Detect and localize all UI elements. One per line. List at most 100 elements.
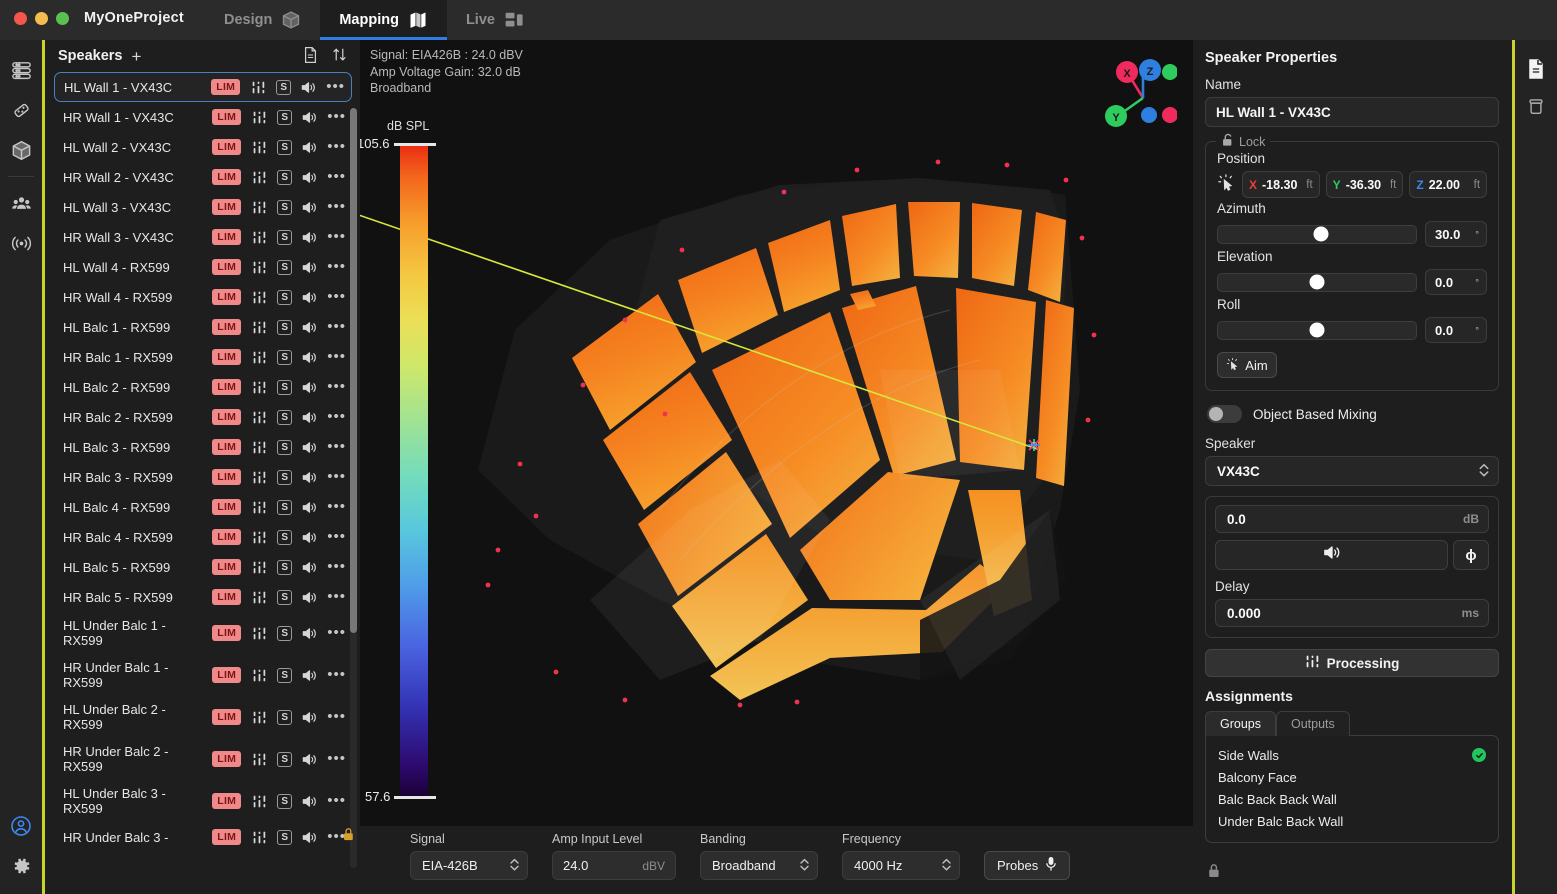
solo-button[interactable]: S xyxy=(277,230,292,245)
assignment-item[interactable]: Side Walls xyxy=(1216,744,1488,766)
cube-icon[interactable] xyxy=(0,130,42,170)
document-icon[interactable] xyxy=(302,46,319,64)
more-options-icon[interactable]: ••• xyxy=(327,233,346,241)
assignment-item[interactable]: Under Balc Back Wall xyxy=(1216,810,1488,832)
roll-slider[interactable] xyxy=(1217,321,1417,340)
gain-field[interactable]: 0.0 dB xyxy=(1215,505,1489,533)
tab-mapping[interactable]: Mapping xyxy=(320,0,447,40)
mute-icon[interactable] xyxy=(301,380,318,395)
limiter-badge[interactable]: LIM xyxy=(212,589,241,605)
solo-button[interactable]: S xyxy=(276,80,291,95)
more-options-icon[interactable]: ••• xyxy=(327,713,346,721)
archive-icon[interactable] xyxy=(1515,88,1557,126)
speaker-list-item[interactable]: HR Balc 5 - RX599LIMS••• xyxy=(54,582,352,612)
solo-button[interactable]: S xyxy=(277,668,292,683)
speaker-list-item[interactable]: HR Balc 3 - RX599LIMS••• xyxy=(54,462,352,492)
more-options-icon[interactable]: ••• xyxy=(327,533,346,541)
solo-button[interactable]: S xyxy=(277,110,292,125)
processing-icon[interactable] xyxy=(250,80,267,95)
solo-button[interactable]: S xyxy=(277,830,292,845)
mute-icon[interactable] xyxy=(301,110,318,125)
processing-icon[interactable] xyxy=(251,230,268,245)
mute-icon[interactable] xyxy=(301,752,318,767)
account-icon[interactable] xyxy=(0,806,42,846)
roll-value-field[interactable]: 0.0 ° xyxy=(1425,317,1487,343)
settings-icon[interactable] xyxy=(0,846,42,886)
processing-icon[interactable] xyxy=(251,170,268,185)
more-options-icon[interactable]: ••• xyxy=(327,593,346,601)
solo-button[interactable]: S xyxy=(277,380,292,395)
more-options-icon[interactable]: ••• xyxy=(327,263,346,271)
maximize-window-button[interactable] xyxy=(56,12,69,25)
speaker-list-item[interactable]: HR Balc 4 - RX599LIMS••• xyxy=(54,522,352,552)
speaker-list-item[interactable]: HL Under Balc 1 - RX599LIMS••• xyxy=(54,612,352,654)
solo-button[interactable]: S xyxy=(277,350,292,365)
tab-outputs[interactable]: Outputs xyxy=(1276,711,1350,736)
mute-icon[interactable] xyxy=(301,230,318,245)
tab-live[interactable]: Live xyxy=(447,0,544,40)
more-options-icon[interactable]: ••• xyxy=(327,473,346,481)
limiter-badge[interactable]: LIM xyxy=(212,751,241,767)
limiter-badge[interactable]: LIM xyxy=(211,79,240,95)
speaker-list-item[interactable]: HR Wall 1 - VX43CLIMS••• xyxy=(54,102,352,132)
processing-icon[interactable] xyxy=(251,380,268,395)
assignment-item[interactable]: Balcony Face xyxy=(1216,766,1488,788)
cable-icon[interactable] xyxy=(0,90,42,130)
speaker-list-item[interactable]: HL Wall 2 - VX43CLIMS••• xyxy=(54,132,352,162)
lock-legend[interactable]: Lock xyxy=(1216,133,1270,150)
mute-icon[interactable] xyxy=(301,590,318,605)
probes-button[interactable]: Probes xyxy=(984,851,1070,880)
limiter-badge[interactable]: LIM xyxy=(212,439,241,455)
tab-design[interactable]: Design xyxy=(205,0,320,40)
mute-icon[interactable] xyxy=(301,440,318,455)
racks-icon[interactable] xyxy=(0,50,42,90)
banding-select[interactable]: Broadband xyxy=(700,851,818,880)
processing-icon[interactable] xyxy=(251,668,268,683)
aim-button[interactable]: Aim xyxy=(1217,352,1277,378)
azimuth-slider-knob[interactable] xyxy=(1313,227,1328,242)
speaker-list-item[interactable]: HL Balc 5 - RX599LIMS••• xyxy=(54,552,352,582)
mute-icon[interactable] xyxy=(301,668,318,683)
mute-icon[interactable] xyxy=(301,560,318,575)
document-icon[interactable] xyxy=(1515,50,1557,88)
mute-icon[interactable] xyxy=(301,830,318,845)
processing-icon[interactable] xyxy=(251,140,268,155)
solo-button[interactable]: S xyxy=(277,560,292,575)
mute-icon[interactable] xyxy=(301,470,318,485)
mute-icon[interactable] xyxy=(301,140,318,155)
more-options-icon[interactable]: ••• xyxy=(327,323,346,331)
mapping-3d-view[interactable]: Signal: EIA426B : 24.0 dBV Amp Voltage G… xyxy=(360,40,1195,894)
processing-icon[interactable] xyxy=(251,794,268,809)
phase-invert-button[interactable]: ϕ xyxy=(1453,540,1489,570)
solo-button[interactable]: S xyxy=(277,290,292,305)
mute-icon[interactable] xyxy=(301,290,318,305)
roll-slider-knob[interactable] xyxy=(1310,323,1325,338)
limiter-badge[interactable]: LIM xyxy=(212,793,241,809)
limiter-badge[interactable]: LIM xyxy=(212,109,241,125)
limiter-badge[interactable]: LIM xyxy=(212,169,241,185)
sort-icon[interactable] xyxy=(331,46,348,64)
position-x-field[interactable]: X -18.30 ft xyxy=(1242,171,1320,198)
limiter-badge[interactable]: LIM xyxy=(212,625,241,641)
more-options-icon[interactable]: ••• xyxy=(327,563,346,571)
more-options-icon[interactable]: ••• xyxy=(327,353,346,361)
processing-icon[interactable] xyxy=(251,290,268,305)
limiter-badge[interactable]: LIM xyxy=(212,409,241,425)
processing-icon[interactable] xyxy=(251,440,268,455)
more-options-icon[interactable]: ••• xyxy=(327,671,346,679)
processing-icon[interactable] xyxy=(251,320,268,335)
limiter-badge[interactable]: LIM xyxy=(212,559,241,575)
panel-lock-icon[interactable] xyxy=(1207,863,1221,884)
azimuth-value-field[interactable]: 30.0 ° xyxy=(1425,221,1487,247)
processing-icon[interactable] xyxy=(251,590,268,605)
limiter-badge[interactable]: LIM xyxy=(212,319,241,335)
solo-button[interactable]: S xyxy=(277,710,292,725)
processing-icon[interactable] xyxy=(251,410,268,425)
speaker-list-item[interactable]: HR Balc 2 - RX599LIMS••• xyxy=(54,402,352,432)
mute-icon[interactable] xyxy=(301,710,318,725)
mute-icon[interactable] xyxy=(300,80,317,95)
mute-icon[interactable] xyxy=(301,200,318,215)
assignment-item[interactable]: Balc Back Back Wall xyxy=(1216,788,1488,810)
speakers-list[interactable]: HL Wall 1 - VX43CLIMS•••HR Wall 1 - VX43… xyxy=(45,72,360,894)
speaker-list-item[interactable]: HL Balc 4 - RX599LIMS••• xyxy=(54,492,352,522)
